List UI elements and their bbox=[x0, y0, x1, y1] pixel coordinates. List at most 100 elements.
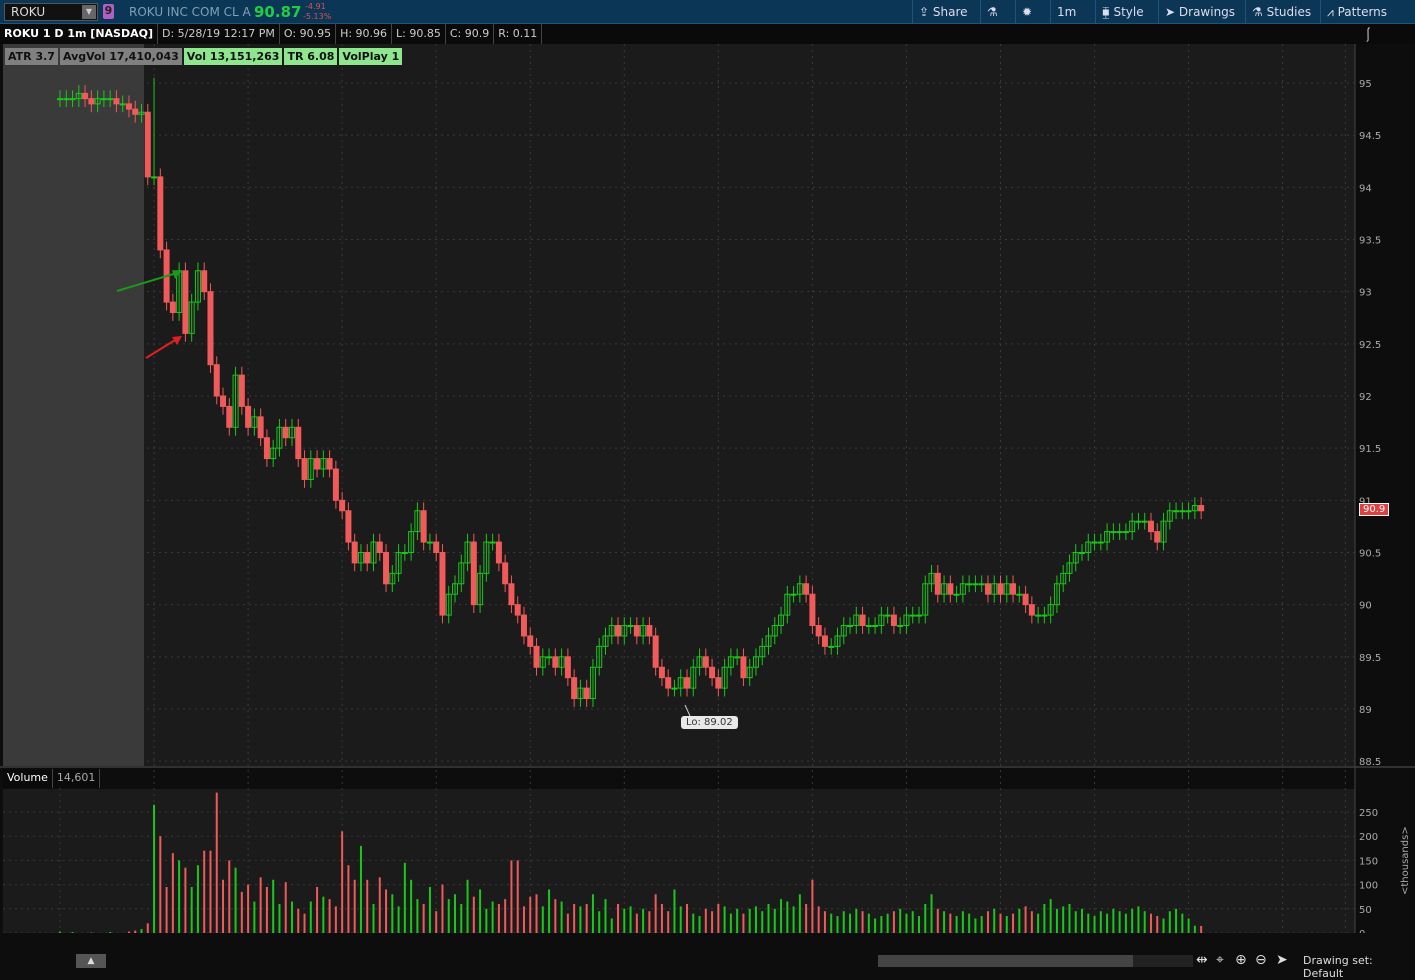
volume-bar bbox=[166, 887, 168, 933]
volume-bar bbox=[761, 911, 763, 933]
volume-bar bbox=[517, 860, 519, 933]
volume-bar bbox=[805, 904, 807, 933]
candle bbox=[547, 657, 552, 658]
candle bbox=[985, 584, 990, 594]
company-name: ROKU INC COM CL A bbox=[129, 5, 251, 19]
timeframe-button[interactable]: 1m bbox=[1050, 0, 1090, 24]
flask-button[interactable]: ⚗ bbox=[980, 0, 1004, 24]
premarket-shading bbox=[3, 44, 144, 766]
study-label[interactable]: AvgVol 17,410,043 bbox=[60, 48, 182, 65]
patterns-button[interactable]: ⩘ Patterns bbox=[1320, 0, 1393, 24]
candle bbox=[1136, 521, 1141, 522]
horizontal-scrollbar[interactable] bbox=[878, 955, 1133, 967]
volume-bar bbox=[642, 909, 644, 933]
candle bbox=[221, 396, 226, 406]
drawings-button[interactable]: ➤ Drawings bbox=[1158, 0, 1241, 24]
chart-info-bar: ROKU 1 D 1m [NASDAQ] D: 5/28/19 12:17 PM… bbox=[0, 24, 1355, 44]
volume-bar bbox=[661, 904, 663, 933]
volume-bar bbox=[1175, 909, 1177, 933]
volume-bar bbox=[887, 914, 889, 933]
share-icon: ⇪ bbox=[919, 5, 929, 19]
volume-tick-label: 250 bbox=[1359, 808, 1378, 819]
price-scale-toggle[interactable]: ⎰ bbox=[1355, 24, 1415, 44]
study-label[interactable]: ATR 3.7 bbox=[5, 48, 58, 65]
volume-bar bbox=[1094, 916, 1096, 933]
candle bbox=[804, 584, 809, 594]
drawing-set-label[interactable]: Drawing set: Default bbox=[1303, 954, 1415, 980]
studies-button[interactable]: ⚗ Studies bbox=[1245, 0, 1317, 24]
volume-bar bbox=[216, 793, 218, 933]
study-label[interactable]: VolPlay 1 bbox=[339, 48, 402, 65]
volume-bar bbox=[554, 899, 556, 933]
collapse-panel-button[interactable]: ▲ bbox=[76, 954, 106, 968]
crosshair-icon[interactable]: ⌖ bbox=[1216, 952, 1224, 968]
volume-bar bbox=[918, 916, 920, 933]
expand-icon[interactable]: ⇹ bbox=[1196, 952, 1208, 968]
candle bbox=[885, 615, 890, 616]
candle bbox=[496, 542, 501, 563]
volume-bar bbox=[742, 914, 744, 933]
candle bbox=[998, 584, 1003, 594]
candle bbox=[716, 678, 721, 688]
candle bbox=[565, 657, 570, 678]
symbol-selector[interactable]: ROKU▼ bbox=[4, 3, 98, 21]
zoom-out-icon[interactable]: ⊖ bbox=[1255, 952, 1267, 968]
volume-bar bbox=[592, 894, 594, 933]
share-label: Share bbox=[933, 5, 968, 19]
candle bbox=[145, 112, 150, 177]
share-button[interactable]: ⇪ Share bbox=[912, 0, 974, 24]
candle bbox=[1023, 594, 1028, 604]
volume-bar bbox=[874, 918, 876, 933]
volume-bar bbox=[905, 914, 907, 933]
volume-bar bbox=[253, 902, 255, 933]
studies-label: Studies bbox=[1267, 5, 1312, 19]
zoom-in-icon[interactable]: ⊕ bbox=[1235, 952, 1247, 968]
price-tick-label: 95 bbox=[1359, 79, 1372, 90]
study-label[interactable]: TR 6.08 bbox=[284, 48, 337, 65]
volume-bar bbox=[379, 877, 381, 933]
volume-bar bbox=[1188, 918, 1190, 933]
candle bbox=[703, 657, 708, 667]
volume-bar bbox=[699, 916, 701, 933]
style-button[interactable]: ⧯ Style bbox=[1095, 0, 1150, 24]
volume-bar bbox=[993, 909, 995, 933]
volume-bar bbox=[893, 911, 895, 933]
style-label: Style bbox=[1113, 5, 1143, 19]
candle bbox=[264, 438, 269, 459]
candle bbox=[1186, 511, 1191, 512]
scroll-track[interactable] bbox=[1133, 955, 1193, 967]
cursor-icon: ➤ bbox=[1165, 5, 1175, 19]
price-tick-label: 94.5 bbox=[1359, 131, 1381, 142]
volume-bar bbox=[630, 906, 632, 933]
settings-button[interactable]: ✹ bbox=[1015, 0, 1050, 24]
volume-bar bbox=[1018, 909, 1020, 933]
volume-bar bbox=[228, 860, 230, 933]
volume-bar bbox=[987, 911, 989, 933]
volume-bar bbox=[347, 865, 349, 933]
net-change-pct: -5.13% bbox=[303, 12, 331, 21]
volume-bar bbox=[561, 902, 563, 933]
chart-title: ROKU 1 D 1m [NASDAQ] bbox=[0, 24, 158, 44]
low-price-bubble: Lo: 89.02 bbox=[681, 716, 738, 729]
candle bbox=[672, 688, 677, 689]
candle bbox=[515, 605, 520, 615]
volume-bar bbox=[291, 902, 293, 933]
candle bbox=[114, 99, 119, 104]
candle bbox=[503, 563, 508, 584]
volume-tick-label: 0 bbox=[1359, 929, 1365, 933]
study-label[interactable]: Vol 13,151,263 bbox=[184, 48, 283, 65]
volume-bar bbox=[924, 904, 926, 933]
flask-icon: ⚗ bbox=[1252, 5, 1263, 19]
volume-bar bbox=[799, 894, 801, 933]
volume-bar bbox=[567, 914, 569, 933]
volume-bar bbox=[1156, 916, 1158, 933]
pointer-icon[interactable]: ➤ bbox=[1276, 952, 1288, 968]
volume-bar bbox=[724, 906, 726, 933]
candle bbox=[302, 459, 307, 480]
volume-bar bbox=[579, 906, 581, 933]
chevron-down-icon[interactable]: ▼ bbox=[82, 5, 96, 19]
volume-bar bbox=[1200, 926, 1202, 933]
price-tick-label: 91.5 bbox=[1359, 444, 1381, 455]
link-badge[interactable]: 9 bbox=[103, 4, 114, 19]
price-volume-chart[interactable]: 9594.59493.59392.59291.59190.59089.58988… bbox=[0, 44, 1415, 933]
